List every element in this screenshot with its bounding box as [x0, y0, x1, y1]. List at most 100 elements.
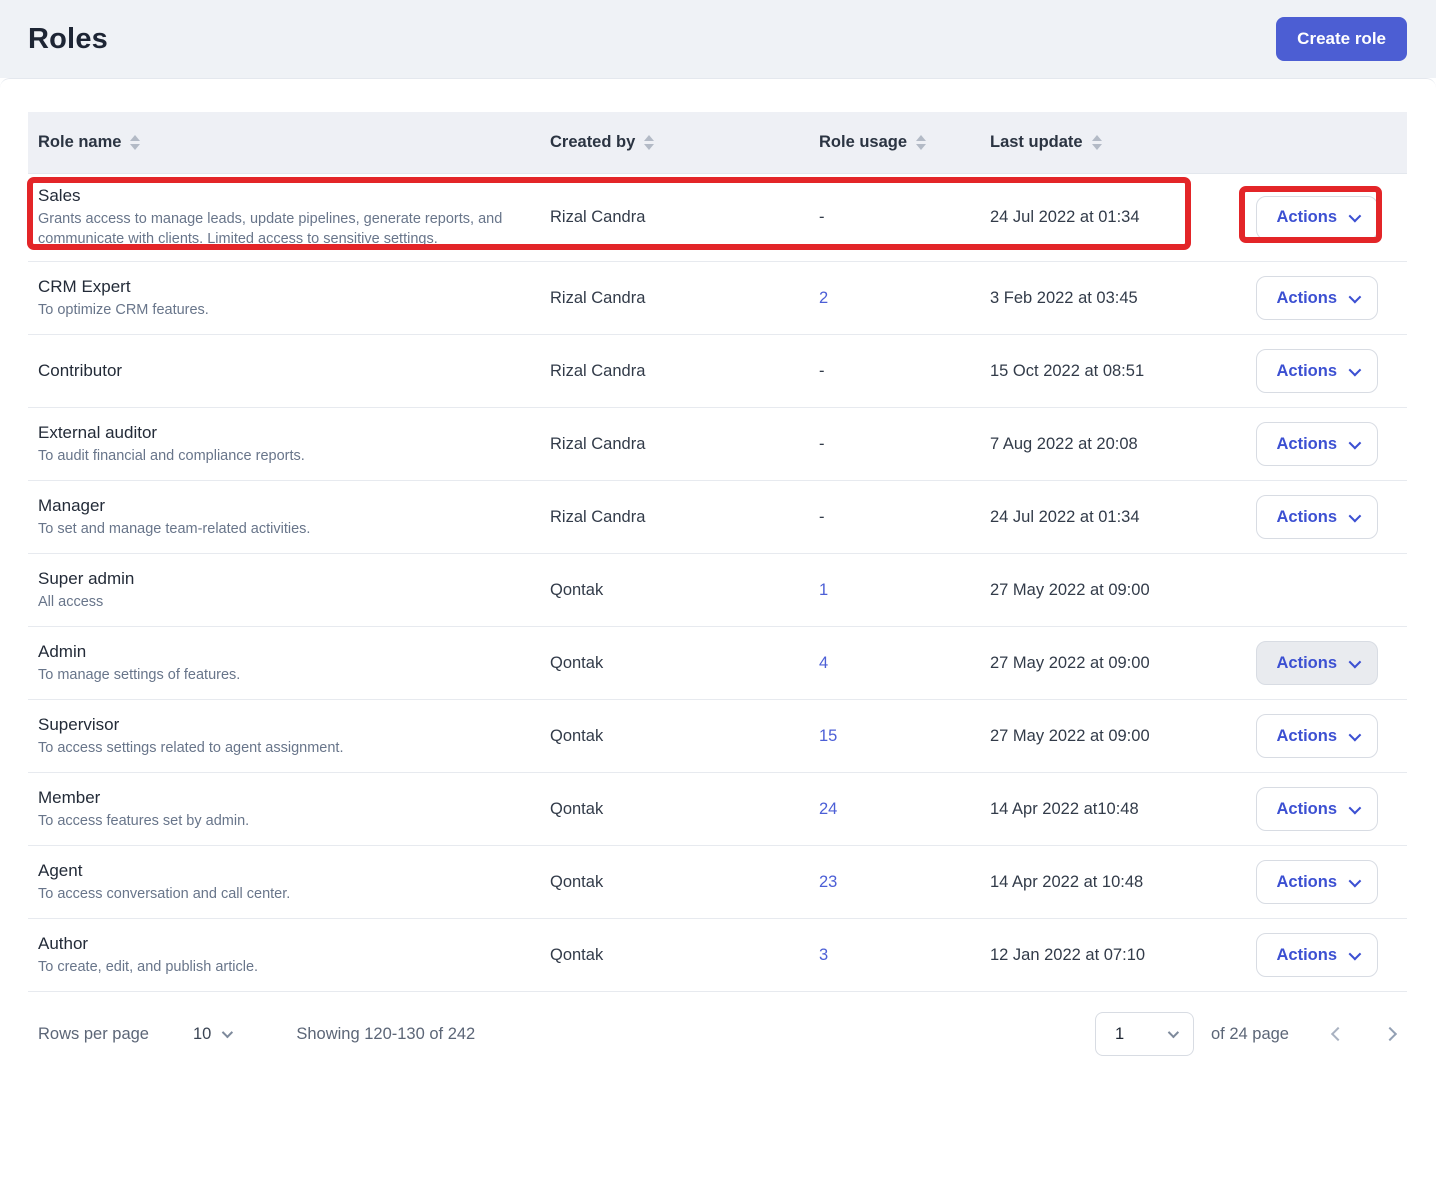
- actions-button[interactable]: Actions: [1256, 714, 1378, 758]
- role-description: To set and manage team-related activitie…: [38, 519, 520, 539]
- column-header-role-usage: Role usage: [809, 133, 980, 152]
- role-usage-link[interactable]: 3: [809, 946, 980, 965]
- table-row-admin: Admin To manage settings of features. Qo…: [28, 627, 1407, 700]
- roles-card: Role name Created by Role usage Last upd…: [0, 78, 1436, 992]
- role-name-cell: Supervisor To access settings related to…: [28, 703, 540, 770]
- role-description: To create, edit, and publish article.: [38, 957, 520, 977]
- role-name: Member: [38, 788, 520, 808]
- table-row-manager: Manager To set and manage team-related a…: [28, 481, 1407, 554]
- role-name: Super admin: [38, 569, 520, 589]
- create-role-button[interactable]: Create role: [1276, 17, 1407, 61]
- sort-icon[interactable]: [1092, 135, 1102, 150]
- chevron-down-icon: [1349, 509, 1362, 522]
- role-name: External auditor: [38, 423, 520, 443]
- sort-icon[interactable]: [916, 135, 926, 150]
- created-by-cell: Rizal Candra: [540, 508, 809, 527]
- chevron-down-icon: [1349, 947, 1362, 960]
- showing-range-text: Showing 120-130 of 242: [296, 1025, 475, 1044]
- next-page-button[interactable]: [1343, 1027, 1407, 1042]
- role-usage-link[interactable]: 4: [809, 654, 980, 673]
- role-name: Supervisor: [38, 715, 520, 735]
- last-update-cell: 7 Aug 2022 at 20:08: [980, 435, 1230, 454]
- last-update-cell: 27 May 2022 at 09:00: [980, 581, 1230, 600]
- actions-button-label: Actions: [1276, 435, 1337, 454]
- last-update-cell: 12 Jan 2022 at 07:10: [980, 946, 1230, 965]
- role-usage-cell: -: [809, 508, 980, 527]
- chevron-down-icon: [1349, 874, 1362, 887]
- table-row-supervisor: Supervisor To access settings related to…: [28, 700, 1407, 773]
- sort-icon[interactable]: [130, 135, 140, 150]
- role-usage-link[interactable]: 2: [809, 289, 980, 308]
- actions-button-label: Actions: [1276, 727, 1337, 746]
- actions-button[interactable]: Actions: [1256, 196, 1378, 240]
- last-update-cell: 24 Jul 2022 at 01:34: [980, 208, 1230, 227]
- table-row-sales: Sales Grants access to manage leads, upd…: [28, 174, 1407, 262]
- role-name-cell: Agent To access conversation and call ce…: [28, 849, 540, 916]
- rows-per-page-select[interactable]: 10: [193, 1025, 230, 1044]
- role-name: Admin: [38, 642, 520, 662]
- created-by-cell: Qontak: [540, 581, 809, 600]
- actions-cell: Actions: [1230, 933, 1407, 977]
- chevron-down-icon: [1349, 290, 1362, 303]
- actions-cell: Actions: [1230, 349, 1407, 393]
- actions-button[interactable]: Actions: [1256, 349, 1378, 393]
- last-update-cell: 14 Apr 2022 at 10:48: [980, 873, 1230, 892]
- role-usage-link[interactable]: 1: [809, 581, 980, 600]
- actions-button-label: Actions: [1276, 800, 1337, 819]
- chevron-down-icon: [1349, 210, 1362, 223]
- role-usage-link[interactable]: 23: [809, 873, 980, 892]
- actions-cell: Actions: [1230, 422, 1407, 466]
- role-name: CRM Expert: [38, 277, 520, 297]
- rows-per-page-value: 10: [193, 1025, 211, 1044]
- actions-button[interactable]: Actions: [1256, 422, 1378, 466]
- total-pages-text: of 24 page: [1211, 1025, 1289, 1044]
- role-usage-cell: -: [809, 435, 980, 454]
- column-label: Role name: [38, 133, 121, 152]
- table-row-external-auditor: External auditor To audit financial and …: [28, 408, 1407, 481]
- actions-cell: Actions: [1230, 714, 1407, 758]
- role-description: Grants access to manage leads, update pi…: [38, 209, 520, 249]
- role-description: All access: [38, 592, 520, 612]
- chevron-down-icon: [1349, 363, 1362, 376]
- role-description: To access conversation and call center.: [38, 884, 520, 904]
- role-usage-link[interactable]: 24: [809, 800, 980, 819]
- actions-button-label: Actions: [1276, 946, 1337, 965]
- actions-button[interactable]: Actions: [1256, 787, 1378, 831]
- column-header-last-update: Last update: [980, 133, 1230, 152]
- page-header: Roles Create role: [0, 0, 1436, 78]
- last-update-cell: 15 Oct 2022 at 08:51: [980, 362, 1230, 381]
- role-usage-cell: -: [809, 362, 980, 381]
- actions-button[interactable]: Actions: [1256, 860, 1378, 904]
- role-description: To optimize CRM features.: [38, 300, 520, 320]
- role-description: To manage settings of features.: [38, 665, 520, 685]
- role-name-cell: Sales Grants access to manage leads, upd…: [28, 174, 540, 261]
- column-label: Created by: [550, 133, 635, 152]
- column-label: Role usage: [819, 133, 907, 152]
- sort-icon[interactable]: [644, 135, 654, 150]
- role-name: Sales: [38, 186, 520, 206]
- actions-button-label: Actions: [1276, 362, 1337, 381]
- chevron-down-icon: [1349, 436, 1362, 449]
- actions-button-label: Actions: [1276, 654, 1337, 673]
- created-by-cell: Qontak: [540, 873, 809, 892]
- actions-button[interactable]: Actions: [1256, 933, 1378, 977]
- role-usage-link[interactable]: 15: [809, 727, 980, 746]
- actions-cell: Actions: [1230, 641, 1407, 685]
- table-row-member: Member To access features set by admin. …: [28, 773, 1407, 846]
- actions-cell: Actions: [1230, 196, 1407, 240]
- actions-cell: Actions: [1230, 860, 1407, 904]
- actions-button[interactable]: Actions: [1256, 641, 1378, 685]
- role-name: Author: [38, 934, 520, 954]
- actions-button[interactable]: Actions: [1256, 495, 1378, 539]
- actions-button[interactable]: Actions: [1256, 276, 1378, 320]
- last-update-cell: 27 May 2022 at 09:00: [980, 727, 1230, 746]
- actions-cell: Actions: [1230, 787, 1407, 831]
- role-description: To audit financial and compliance report…: [38, 446, 520, 466]
- created-by-cell: Rizal Candra: [540, 208, 809, 227]
- chevron-down-icon: [1349, 801, 1362, 814]
- last-update-cell: 3 Feb 2022 at 03:45: [980, 289, 1230, 308]
- page-number-select[interactable]: 1: [1095, 1012, 1194, 1056]
- previous-page-button[interactable]: [1289, 1027, 1343, 1042]
- role-name-cell: Author To create, edit, and publish arti…: [28, 922, 540, 989]
- role-name-cell: CRM Expert To optimize CRM features.: [28, 265, 540, 332]
